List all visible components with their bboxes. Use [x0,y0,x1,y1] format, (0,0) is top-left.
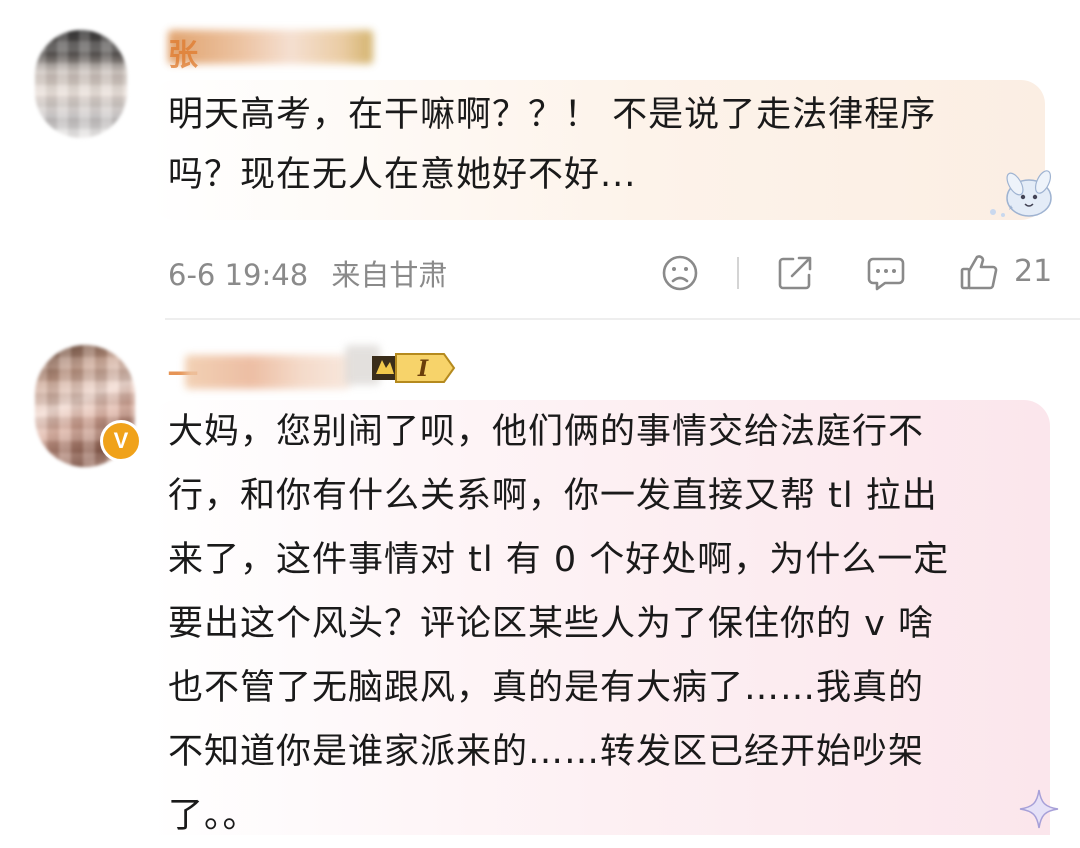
action-divider [737,257,739,289]
verified-badge-icon: V [100,420,142,462]
level-badge-label: I [417,356,429,382]
username-first-char[interactable]: 张 [168,30,198,74]
comment-text: 明天高考，在干嘛啊？？！ 不是说了走法律程序 吗？现在无人在意她好不好... [168,85,1028,205]
level-badge-icon: I [372,353,456,383]
comment-line: 要出这个风头？评论区某些人为了保住你的 v 啥 [168,604,934,644]
comment-line: 大妈，您别闹了呗，他们俩的事情交给法庭行不 [168,412,925,452]
comment-line: 也不管了无脑跟风，真的是有大病了……我真的 [168,668,925,708]
sparkle-icon [1019,789,1059,829]
comment-separator [165,318,1080,320]
comment-line: 来了，这件事情对 tl 有 0 个好处啊，为什么一定 [168,540,950,580]
share-icon[interactable] [775,253,815,293]
username-blurred[interactable] [185,355,350,389]
timestamp: 6-6 19:48 [168,258,309,292]
comment-line: 了。。 [168,796,259,836]
comment-icon[interactable] [865,253,907,293]
location: 来自甘肃 [331,258,448,292]
comment-line: 不知道你是谁家派来的……转发区已经开始吵架 [168,732,925,772]
comment-meta: 6-6 19:48 来自甘肃 [168,252,447,294]
comment-line: 明天高考，在干嘛啊？？！ 不是说了走法律程序 [168,95,937,135]
comment-line: 行，和你有什么关系啊，你一发直接又帮 tl 拉出 [168,476,938,516]
comment-line: 吗？现在无人在意她好不好... [168,155,637,195]
thumbs-up-icon[interactable] [958,251,1000,293]
dislike-face-icon[interactable] [660,253,700,293]
bunny-sticker-icon [990,170,1052,217]
username-blurred[interactable] [168,30,373,64]
comment-text: 大妈，您别闹了呗，他们俩的事情交给法庭行不 行，和你有什么关系啊，你一发直接又帮 … [168,400,1033,848]
avatar[interactable] [35,30,127,138]
like-count: 21 [1014,254,1053,289]
